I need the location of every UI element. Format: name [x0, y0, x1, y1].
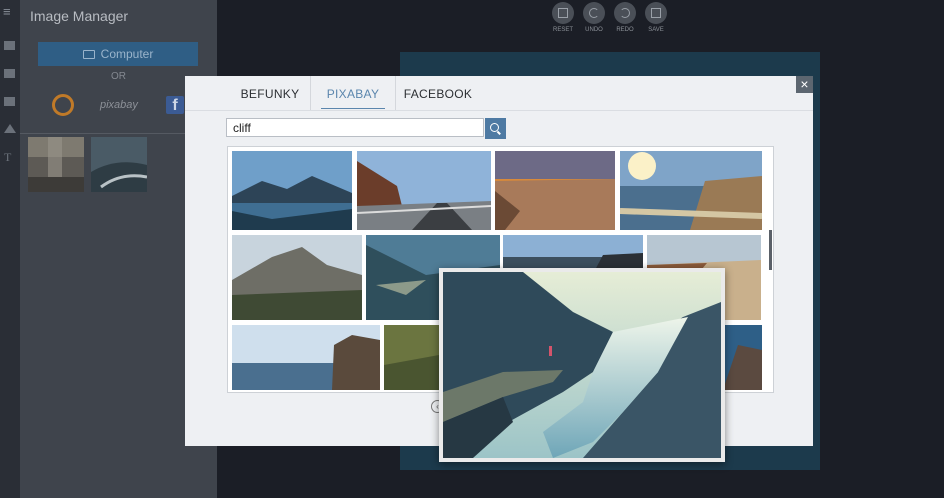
tab-underline: [185, 110, 813, 111]
search-input[interactable]: [226, 118, 484, 137]
result-thumbnail[interactable]: [232, 235, 362, 320]
save-icon: [651, 8, 661, 18]
monitor-icon: [82, 49, 95, 59]
result-thumbnail[interactable]: [232, 325, 380, 390]
computer-label: Computer: [100, 47, 154, 61]
shape-icon[interactable]: [4, 124, 16, 133]
save-button[interactable]: SAVE: [636, 2, 676, 33]
preview-image[interactable]: [443, 272, 721, 458]
search-button[interactable]: [485, 118, 506, 139]
panel-title: Image Manager: [30, 8, 129, 24]
facebook-icon: f: [166, 96, 184, 114]
tab-pixabay[interactable]: PIXABAY: [311, 76, 395, 111]
result-thumbnail[interactable]: [503, 235, 643, 270]
result-thumbnail[interactable]: [620, 151, 762, 230]
tool-rail: ≡ T: [0, 0, 20, 498]
image-icon[interactable]: [4, 69, 15, 78]
grid-icon[interactable]: [4, 97, 15, 106]
result-thumbnail[interactable]: [495, 151, 615, 230]
save-label: SAVE: [648, 27, 664, 33]
image-preview-popup: [439, 268, 725, 462]
menu-icon[interactable]: ≡: [3, 4, 11, 19]
tab-facebook[interactable]: FACEBOOK: [396, 76, 480, 111]
result-thumbnail[interactable]: [384, 325, 439, 390]
panel-thumbnail-2[interactable]: [91, 137, 147, 192]
redo-icon: [620, 8, 630, 18]
befunky-logo-icon: [52, 94, 74, 116]
computer-upload-button[interactable]: Computer: [38, 42, 198, 66]
undo-icon: [589, 8, 599, 18]
close-icon[interactable]: ×: [796, 76, 813, 93]
befunky-source-button[interactable]: [52, 90, 74, 120]
facebook-source-button[interactable]: f: [166, 90, 184, 120]
pixabay-source-button[interactable]: pixabay: [100, 90, 138, 120]
layout-icon[interactable]: [4, 41, 15, 50]
result-thumbnail[interactable]: [357, 151, 491, 230]
panel-thumbnail-1[interactable]: [28, 137, 84, 192]
results-scrollbar[interactable]: [769, 230, 772, 270]
tab-befunky[interactable]: BEFUNKY: [235, 76, 305, 111]
text-icon[interactable]: T: [4, 150, 11, 165]
search-icon: [490, 123, 499, 132]
result-thumbnail[interactable]: [232, 151, 352, 230]
reset-icon: [558, 8, 568, 18]
